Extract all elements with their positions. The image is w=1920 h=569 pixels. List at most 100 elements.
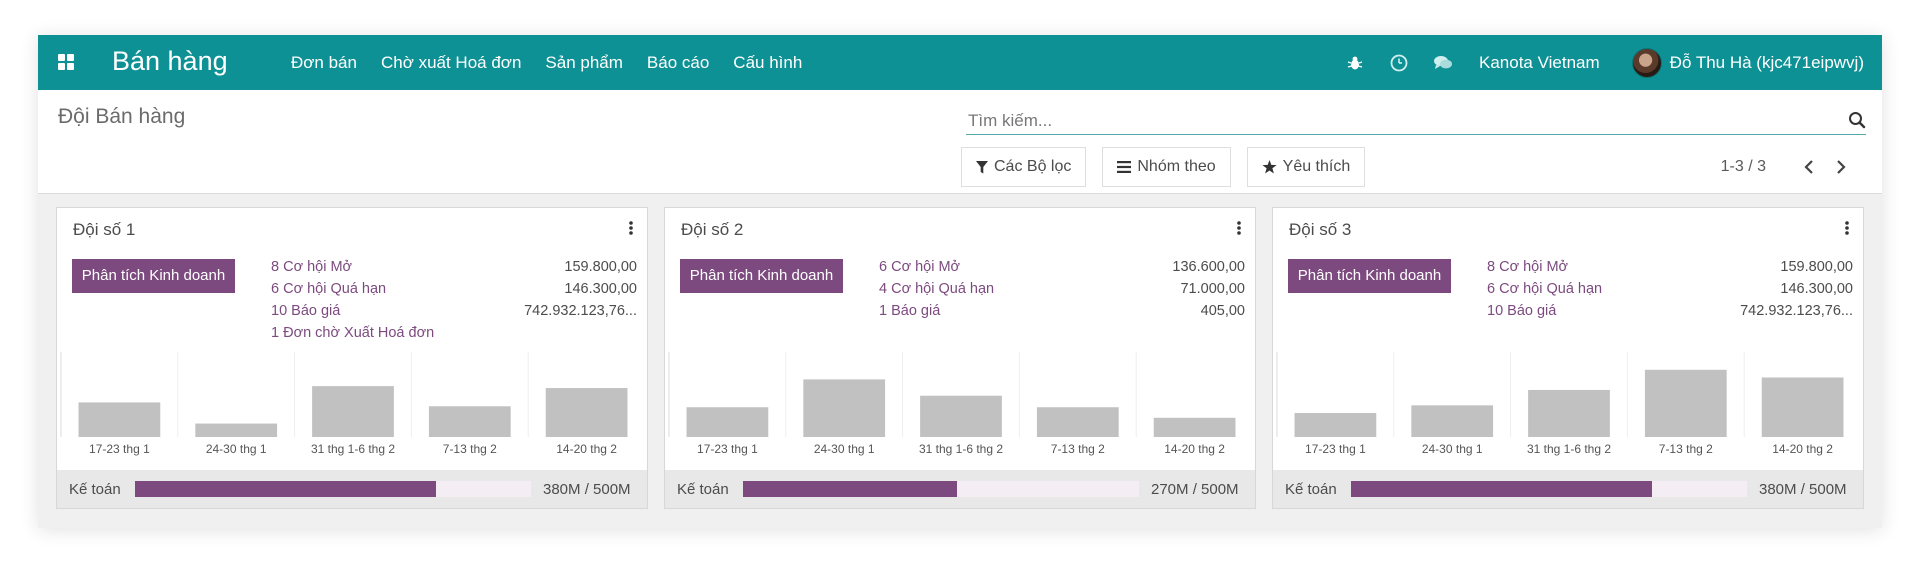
app-title[interactable]: Bán hàng [112,46,228,77]
chart-bar[interactable] [1411,405,1494,437]
progress-fill [743,481,957,497]
x-tick-label: 14-20 thg 2 [556,442,617,456]
team-card[interactable]: Đội số 3 Phân tích Kinh doanh 8 Cơ hội M… [1272,207,1864,509]
x-tick-label: 7-13 thg 2 [1051,442,1105,456]
chart-bar[interactable] [195,423,278,437]
team-name: Đội số 2 [681,220,744,239]
bar-chart: 17-23 thg 1 24-30 thg 1 31 thg 1-6 thg 2 7-… [1276,352,1844,456]
group-by-label: Nhóm theo [1137,158,1216,175]
stat-value: 159.800,00 [564,259,637,275]
favorites-button[interactable]: Yêu thích [1246,147,1366,187]
stat-row: 4 Cơ hội Quá hạn 71.000,00 [879,281,1245,303]
chart-bar[interactable] [312,386,394,437]
chart-bar[interactable] [1294,413,1377,437]
open-opportunities-link[interactable]: 8 Cơ hội Mở [1487,259,1568,281]
chart-bar[interactable] [1528,389,1610,437]
kebab-menu-icon[interactable] [1843,220,1851,238]
orders-to-invoice-link[interactable]: 1 Đơn chờ Xuất Hoá đơn [271,325,434,347]
menu-item-reporting[interactable]: Báo cáo [647,53,709,73]
chart-bar[interactable] [686,407,769,437]
progress-value: 380M / 500M [1759,480,1847,498]
sales-analysis-button[interactable]: Phân tích Kinh doanh [680,259,843,293]
overdue-opportunities-link[interactable]: 6 Cơ hội Quá hạn [1487,281,1602,303]
x-tick-label: 14-20 thg 2 [1164,442,1225,456]
sales-analysis-button[interactable]: Phân tích Kinh doanh [1288,259,1451,293]
favorites-label: Yêu thích [1282,158,1351,175]
kebab-menu-icon[interactable] [627,220,635,238]
bug-icon[interactable] [1345,53,1365,73]
progress-bar[interactable] [743,481,1139,497]
search-options: Các Bộ lọc Nhóm theo Yêu thích [961,147,1381,187]
chart-bar[interactable] [920,395,1002,437]
x-tick-label: 31 thg 1-6 thg 2 [1527,442,1611,456]
progress-value: 380M / 500M [543,480,631,498]
team-card[interactable]: Đội số 1 Phân tích Kinh doanh 8 Cơ hội M… [56,207,648,509]
stat-value: 405,00 [1200,303,1245,319]
chart-bar[interactable] [545,388,628,437]
quotations-link[interactable]: 10 Báo giá [1487,303,1556,325]
clock-icon[interactable] [1389,53,1409,73]
main-menu: Đơn bán Chờ xuất Hoá đơn Sản phẩm Báo cá… [291,35,826,90]
filter-icon [976,160,988,174]
x-tick-label: 17-23 thg 1 [89,442,150,456]
chart-bar[interactable] [1036,407,1119,437]
control-panel: Đội Bán hàng Các Bộ lọc Nhóm [38,90,1882,194]
menu-item-products[interactable]: Sản phẩm [545,53,623,73]
user-menu[interactable]: Đỗ Thu Hà (kjc471eipwvj) [1631,47,1864,78]
sales-analysis-button[interactable]: Phân tích Kinh doanh [72,259,235,293]
x-tick-label: 7-13 thg 2 [443,442,497,456]
company-switcher[interactable]: Kanota Vietnam [1479,53,1600,73]
chart-bar[interactable] [1761,377,1844,437]
x-tick-label: 31 thg 1-6 thg 2 [311,442,395,456]
quotations-link[interactable]: 10 Báo giá [271,303,340,325]
stat-links: 6 Cơ hội Mở 136.600,00 4 Cơ hội Quá hạn … [879,259,1245,325]
target-label: Kế toán [677,480,729,498]
team-card[interactable]: Đội số 2 Phân tích Kinh doanh 6 Cơ hội M… [664,207,1256,509]
user-name: Đỗ Thu Hà (kjc471eipwvj) [1669,52,1864,72]
open-opportunities-link[interactable]: 6 Cơ hội Mở [879,259,960,281]
avatar [1631,47,1662,78]
chart-bar[interactable] [803,379,886,437]
pager-value[interactable]: 1-3 / 3 [1721,158,1766,176]
team-name: Đội số 3 [1289,220,1352,239]
team-name: Đội số 1 [73,220,136,239]
chart-bar[interactable] [428,406,511,437]
menu-item-to-invoice[interactable]: Chờ xuất Hoá đơn [381,53,521,73]
stat-row: 1 Báo giá 405,00 [879,303,1245,325]
search-icon[interactable] [1848,111,1866,129]
filters-button[interactable]: Các Bộ lọc [961,147,1087,187]
kebab-menu-icon[interactable] [1235,220,1243,238]
filters-label: Các Bộ lọc [994,158,1072,175]
stat-row: 10 Báo giá 742.932.123,76... [1487,303,1853,325]
bar-chart: 17-23 thg 1 24-30 thg 1 31 thg 1-6 thg 2 7-… [668,352,1236,456]
stat-row: 6 Cơ hội Mở 136.600,00 [879,259,1245,281]
chevron-right-icon[interactable] [1832,158,1850,176]
menu-item-orders[interactable]: Đơn bán [291,53,357,73]
star-icon [1262,160,1277,174]
group-by-button[interactable]: Nhóm theo [1102,147,1231,187]
overdue-opportunities-link[interactable]: 4 Cơ hội Quá hạn [879,281,994,303]
chart-bar[interactable] [1153,417,1236,437]
chart-bar[interactable] [1644,369,1727,437]
stat-value: 146.300,00 [564,281,637,297]
apps-menu-icon[interactable] [58,54,74,70]
quotations-link[interactable]: 1 Báo giá [879,303,940,325]
open-opportunities-link[interactable]: 8 Cơ hội Mở [271,259,352,281]
stat-row: 8 Cơ hội Mở 159.800,00 [271,259,637,281]
search-input[interactable] [966,107,1826,134]
sales-graph: 17-23 thg 1 24-30 thg 1 31 thg 1-6 thg 2 7-… [1273,346,1865,458]
invoicing-target: Kế toán 380M / 500M [57,470,647,508]
chevron-left-icon[interactable] [1800,158,1818,176]
menu-item-configuration[interactable]: Cấu hình [733,53,802,73]
overdue-opportunities-link[interactable]: 6 Cơ hội Quá hạn [271,281,386,303]
stat-value: 71.000,00 [1180,281,1245,297]
chart-bar[interactable] [78,402,161,437]
x-tick-label: 17-23 thg 1 [697,442,758,456]
progress-bar[interactable] [135,481,531,497]
stat-value: 159.800,00 [1780,259,1853,275]
chat-icon[interactable] [1433,53,1453,73]
stat-row: 6 Cơ hội Quá hạn 146.300,00 [271,281,637,303]
stat-value: 742.932.123,76... [524,303,637,319]
progress-bar[interactable] [1351,481,1747,497]
breadcrumb: Đội Bán hàng [58,105,186,128]
